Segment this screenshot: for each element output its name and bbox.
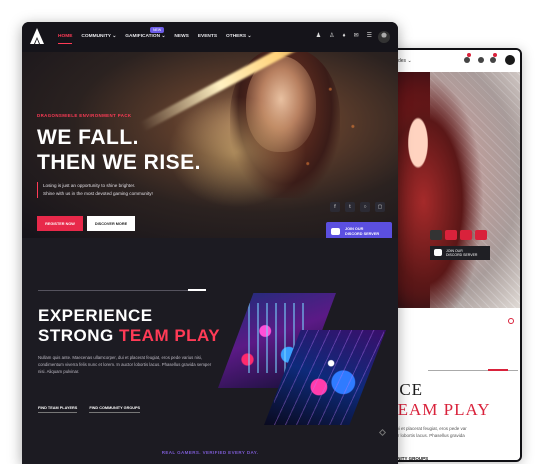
mail-icon[interactable]: ✉ — [354, 33, 359, 39]
user-icon[interactable]: ♙ — [329, 33, 334, 39]
light-social-icon[interactable] — [445, 230, 457, 240]
hero-desc-line2: Shine with us in the most devoted gaming… — [43, 191, 153, 196]
light-user-icon[interactable] — [464, 57, 470, 63]
social-links: f t ○ ▢ — [330, 202, 385, 212]
discord-line2: DISCORD SERVER — [345, 232, 380, 236]
hero-eyebrow: DRAGONSMIELE ENVIRONMENT PACK — [37, 113, 132, 118]
register-now-button[interactable]: REGISTER NOW — [37, 216, 83, 231]
light-title-red: TEAM PLAY — [386, 400, 491, 419]
hero-headline-line1: WE FALL. — [37, 126, 139, 149]
nav-icon-group: ♟ ♙ ♦ ✉ ☰ — [316, 33, 372, 39]
twitch-icon[interactable]: ▢ — [375, 202, 385, 212]
users-icon[interactable]: ♟ — [316, 33, 321, 39]
user-avatar[interactable] — [378, 31, 390, 43]
discord-icon — [434, 249, 442, 256]
hero-headline: WE FALL. THEN WE RISE. — [37, 125, 201, 175]
light-discord-button[interactable]: JOIN OUR DISCORD SERVER — [430, 246, 490, 260]
site-logo-icon[interactable] — [30, 28, 44, 44]
find-team-players-link[interactable]: FIND TEAM PLAYERS — [38, 406, 78, 413]
diamond-icon — [378, 428, 387, 437]
light-social-row — [430, 230, 487, 240]
menu-item-community[interactable]: COMMUNITY ⌄ — [81, 34, 116, 39]
bell-icon[interactable]: ♦ — [343, 33, 346, 39]
facebook-icon[interactable]: f — [330, 202, 340, 212]
instagram-icon[interactable]: ○ — [360, 202, 370, 212]
light-bell-icon[interactable] — [478, 57, 484, 63]
light-mail-icon[interactable] — [490, 57, 496, 63]
section-divider-accent — [188, 289, 206, 291]
section-title-line2: STRONG TEAM PLAY — [38, 326, 220, 346]
section-title-red: TEAM PLAY — [118, 326, 221, 345]
dark-theme-screen: HOME COMMUNITY ⌄ GAMIFICATION ⌄ NEWS EVE… — [22, 22, 398, 464]
main-menu: HOME COMMUNITY ⌄ GAMIFICATION ⌄ NEWS EVE… — [58, 34, 251, 44]
hero-headline-line2: THEN WE RISE. — [37, 151, 202, 174]
twitter-icon[interactable]: t — [345, 202, 355, 212]
section-divider — [38, 290, 190, 291]
section-title-line1: EXPERIENCE — [38, 306, 153, 325]
hero-description: Losing is just an opportunity to shine b… — [37, 182, 177, 198]
section-links: FIND TEAM PLAYERS FIND COMMUNITY GROUPS — [38, 406, 141, 413]
light-avatar[interactable] — [505, 55, 515, 65]
discord-button[interactable]: JOIN OUR DISCORD SERVER — [326, 222, 392, 238]
light-mail-dot — [493, 53, 497, 57]
menu-icon[interactable]: ☰ — [367, 33, 372, 39]
light-divider-accent — [488, 369, 508, 371]
menu-item-home[interactable]: HOME — [58, 34, 73, 44]
navbar: HOME COMMUNITY ⌄ GAMIFICATION ⌄ NEWS EVE… — [22, 22, 398, 52]
new-badge: NEW — [150, 27, 165, 33]
discover-more-button[interactable]: DISCOVER MORE — [87, 216, 135, 231]
menu-item-events[interactable]: EVENTS — [198, 34, 217, 39]
section-title-white: STRONG — [38, 326, 119, 345]
light-nav-item[interactable]: des ⌄ — [398, 58, 412, 64]
light-social-icon[interactable] — [475, 230, 487, 240]
menu-item-others[interactable]: OTHERS ⌄ — [226, 34, 251, 39]
section-tagline: REAL GAMERS. VERIFIED EVERY DAY. — [161, 450, 259, 455]
team-play-section: EXPERIENCE STRONG TEAM PLAY Nullam quis … — [22, 238, 398, 464]
light-discord-line2: DISCORD SERVER — [446, 253, 478, 258]
light-notification-dot — [467, 53, 471, 57]
find-community-groups-link[interactable]: FIND COMMUNITY GROUPS — [89, 406, 141, 413]
showcase-stage: des ⌄ JOIN OUR DISCORD SERVER TEAM PLAY … — [0, 0, 537, 464]
light-ring-icon — [508, 318, 514, 324]
hero-desc-line1: Losing is just an opportunity to shine b… — [43, 183, 136, 188]
light-social-icon[interactable] — [430, 230, 442, 240]
discord-icon — [331, 228, 340, 235]
hero-banner: DRAGONSMIELE ENVIRONMENT PACK WE FALL. T… — [22, 52, 398, 238]
light-social-icon[interactable] — [460, 230, 472, 240]
discord-line1: JOIN OUR — [345, 227, 364, 231]
section-paragraph: Nullam quis ante. Maecenas ullamcorper, … — [38, 355, 212, 374]
menu-item-news[interactable]: NEWS — [174, 34, 188, 39]
menu-item-gamification[interactable]: GAMIFICATION ⌄ — [125, 34, 165, 39]
